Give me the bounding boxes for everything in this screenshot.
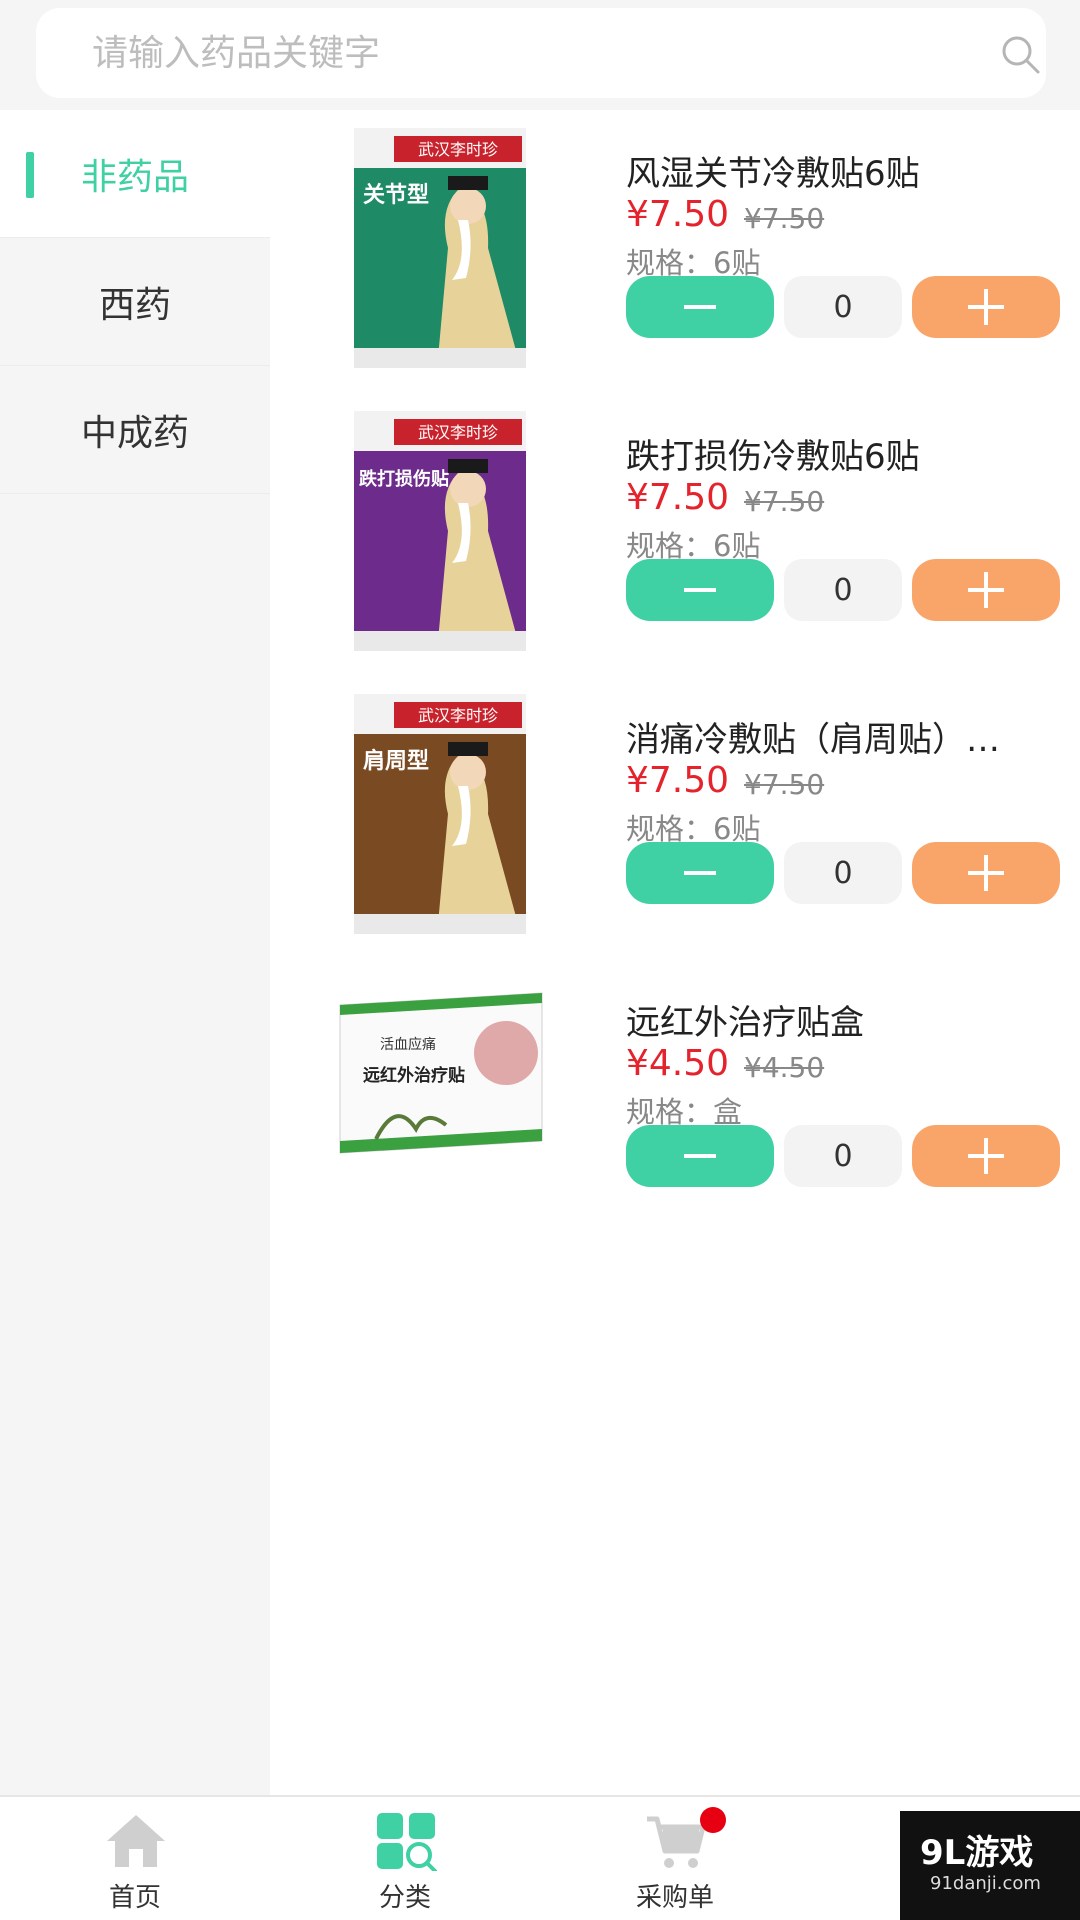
box-brand: 武汉李时珍 xyxy=(418,423,498,442)
box-brand: 活血应痛 xyxy=(380,1036,436,1053)
product-price: ¥7.50 xyxy=(626,477,730,518)
sidebar-item-non-drug[interactable]: 非药品 xyxy=(0,110,270,238)
product-image[interactable]: 武汉李时珍 关节型 xyxy=(350,128,530,368)
sidebar-item-label: 中成药 xyxy=(80,412,189,454)
increase-quantity-button[interactable] xyxy=(912,842,1060,904)
product-image[interactable]: 活血应痛 远红外治疗贴 xyxy=(336,989,546,1159)
tab-label: 首页 xyxy=(108,1883,161,1913)
tab-category[interactable]: 分类 xyxy=(270,1797,540,1920)
sidebar-item-chinese-patent-medicine[interactable]: 中成药 xyxy=(0,366,270,494)
product-name[interactable]: 跌打损伤冷敷贴6贴 xyxy=(626,429,1066,478)
box-label: 远红外治疗贴 xyxy=(363,1065,465,1086)
product-original-price: ¥4.50 xyxy=(744,1051,825,1084)
increase-quantity-button[interactable] xyxy=(912,276,1060,338)
quantity-input[interactable] xyxy=(784,276,902,338)
cart-badge xyxy=(700,1807,726,1833)
box-label: 关节型 xyxy=(363,183,429,208)
decrease-quantity-button[interactable] xyxy=(626,276,774,338)
product-item[interactable]: 活血应痛 远红外治疗贴 远红外治疗贴盒 ¥4.50 ¥4.50 规格：盒 xyxy=(270,959,1080,1242)
sidebar-item-label: 非药品 xyxy=(80,156,189,198)
search-icon[interactable] xyxy=(998,32,1042,76)
box-label: 肩周型 xyxy=(363,748,429,774)
product-item[interactable]: 武汉李时珍 跌打损伤贴 跌打损伤冷敷贴6贴 ¥7.50 ¥7.50 规格：6贴 xyxy=(270,393,1080,676)
decrease-quantity-button[interactable] xyxy=(626,842,774,904)
product-item[interactable]: 武汉李时珍 肩周型 消痛冷敷贴（肩周贴）… ¥7.50 ¥7.50 规格：6贴 xyxy=(270,676,1080,959)
product-image[interactable]: 武汉李时珍 跌打损伤贴 xyxy=(350,411,530,651)
search-box[interactable] xyxy=(36,8,1046,98)
product-original-price: ¥7.50 xyxy=(744,768,825,801)
box-brand: 武汉李时珍 xyxy=(418,706,498,725)
search-bar xyxy=(0,0,1080,110)
watermark: 9L游戏 91danji.com xyxy=(900,1811,1080,1920)
increase-quantity-button[interactable] xyxy=(912,559,1060,621)
product-price: ¥4.50 xyxy=(626,1043,730,1084)
decrease-quantity-button[interactable] xyxy=(626,1125,774,1187)
increase-quantity-button[interactable] xyxy=(912,1125,1060,1187)
quantity-input[interactable] xyxy=(784,842,902,904)
home-icon xyxy=(107,1815,165,1867)
search-input[interactable] xyxy=(92,8,952,98)
tab-purchase-list[interactable]: 采购单 xyxy=(540,1797,810,1920)
decrease-quantity-button[interactable] xyxy=(626,559,774,621)
product-image[interactable]: 武汉李时珍 肩周型 xyxy=(350,694,530,934)
watermark-text: 9L游戏 xyxy=(920,1833,1034,1873)
quantity-input[interactable] xyxy=(784,1125,902,1187)
product-name[interactable]: 消痛冷敷贴（肩周贴）… xyxy=(626,712,1066,761)
bottom-tab-bar: 首页 分类 采购单 我 9L游戏 91danji.com xyxy=(0,1795,1080,1920)
sidebar-item-western-medicine[interactable]: 西药 xyxy=(0,238,270,366)
category-sidebar: 非药品 西药 中成药 xyxy=(0,110,270,1795)
sidebar-item-label: 西药 xyxy=(98,284,171,326)
product-original-price: ¥7.50 xyxy=(744,485,825,518)
tab-home[interactable]: 首页 xyxy=(0,1797,270,1920)
box-label: 跌打损伤贴 xyxy=(359,468,449,490)
cart-icon xyxy=(647,1816,706,1868)
box-brand: 武汉李时珍 xyxy=(418,140,498,159)
category-icon xyxy=(377,1813,437,1871)
product-name[interactable]: 风湿关节冷敷贴6贴 xyxy=(626,146,1066,195)
product-list: 武汉李时珍 关节型 风湿关节冷敷贴6贴 ¥7.50 ¥7.50 规格：6贴 武汉… xyxy=(270,110,1080,1795)
tab-label: 采购单 xyxy=(635,1883,714,1913)
product-original-price: ¥7.50 xyxy=(744,202,825,235)
product-price: ¥7.50 xyxy=(626,760,730,801)
product-item[interactable]: 武汉李时珍 关节型 风湿关节冷敷贴6贴 ¥7.50 ¥7.50 规格：6贴 xyxy=(270,110,1080,393)
product-price: ¥7.50 xyxy=(626,194,730,235)
product-name[interactable]: 远红外治疗贴盒 xyxy=(626,995,1066,1044)
watermark-subtext: 91danji.com xyxy=(930,1873,1041,1894)
quantity-input[interactable] xyxy=(784,559,902,621)
tab-label: 分类 xyxy=(378,1883,431,1913)
